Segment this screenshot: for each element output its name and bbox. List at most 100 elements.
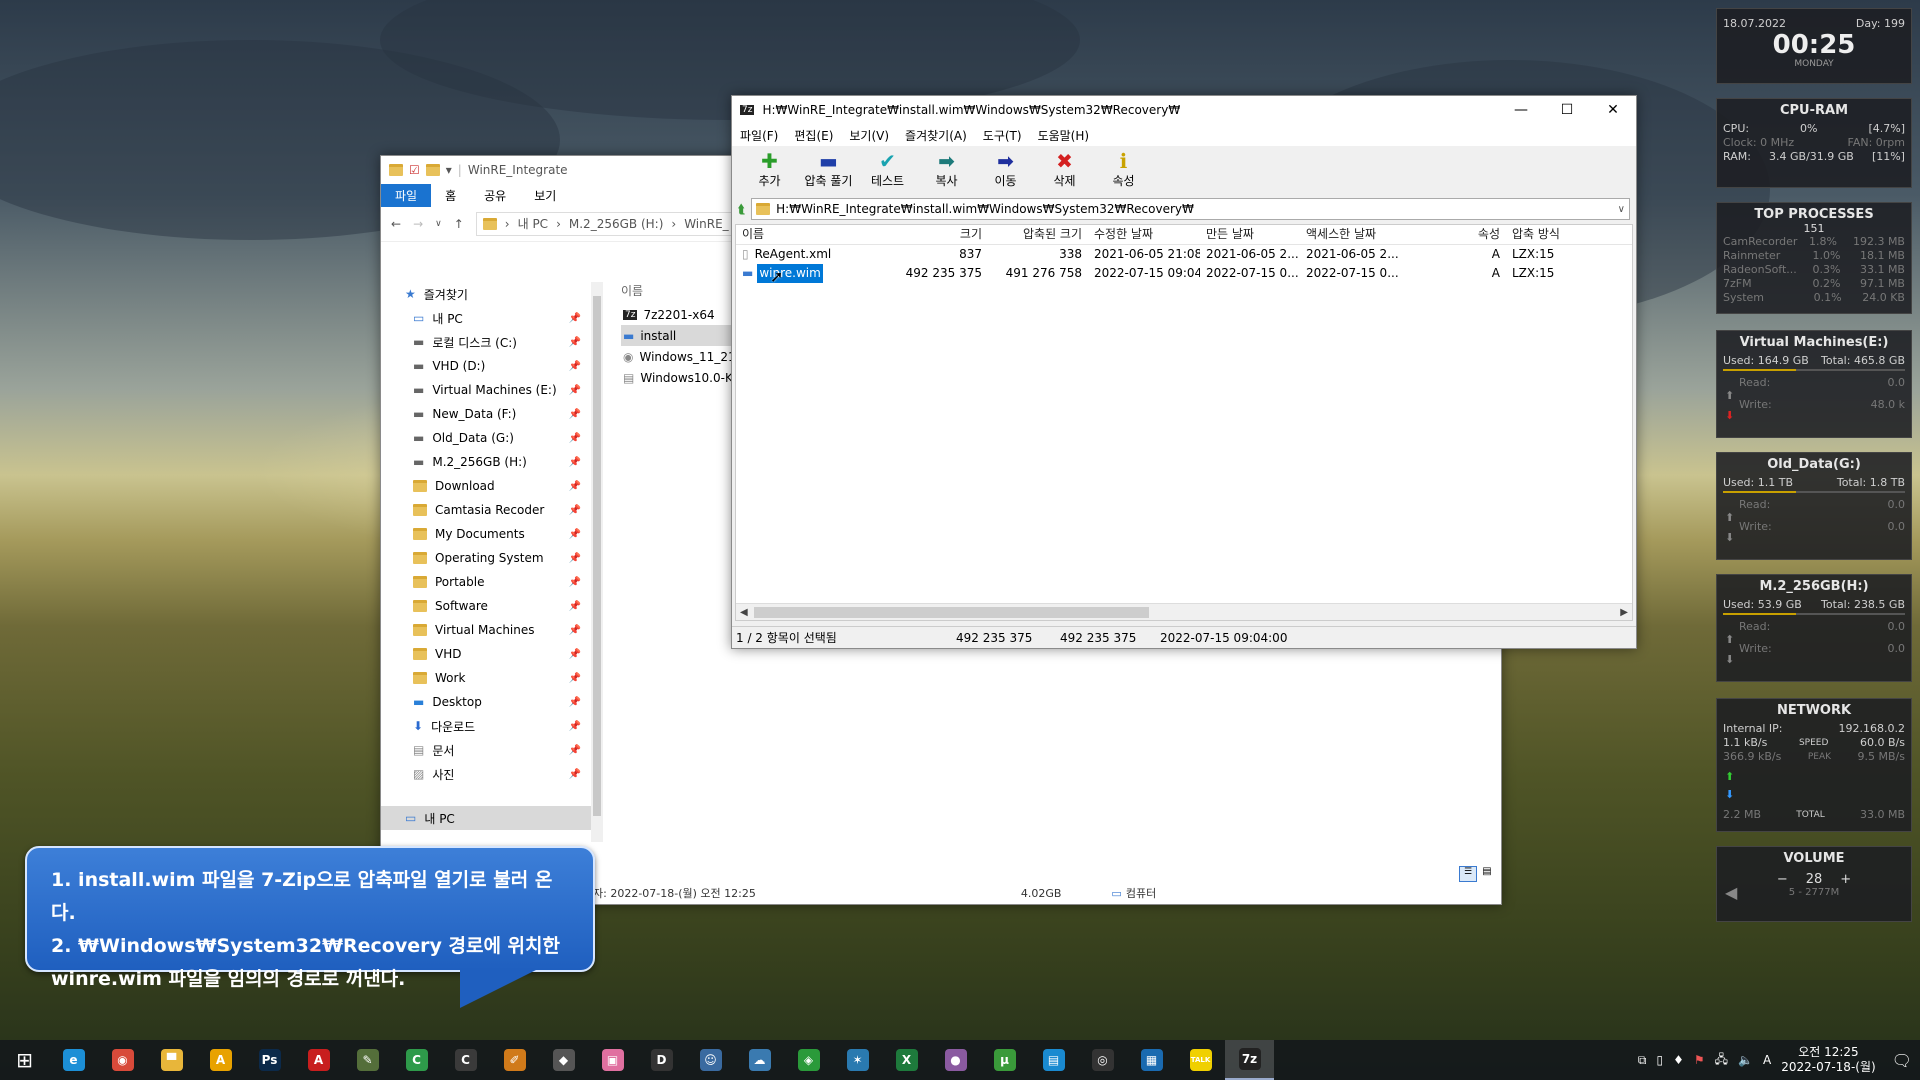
column-header-accessed[interactable]: 액세스한 날짜 [1300,225,1466,244]
sidebar-item[interactable]: VHD 📌 [381,642,591,666]
speaker-icon[interactable]: ◀ [1725,883,1737,902]
sidebar-item[interactable]: Download 📌 [381,474,591,498]
sidebar-item[interactable]: Work 📌 [381,666,591,690]
taskbar-app[interactable]: ▤ [1029,1040,1078,1080]
pin-icon[interactable]: 📌 [569,457,581,468]
scroll-right-icon[interactable]: ▶ [1620,604,1628,621]
column-header-attributes[interactable]: 속성 [1466,225,1506,244]
taskbar-app[interactable]: C [392,1040,441,1080]
taskbar-app[interactable]: ◈ [784,1040,833,1080]
pin-icon[interactable]: 📌 [569,553,581,564]
menu-file[interactable]: 파일(F) [732,127,786,144]
toolbar-button-extract[interactable]: ▬ 압축 풀기 [799,146,858,189]
up-icon[interactable]: ↑ [454,217,464,231]
sidebar-item[interactable]: Camtasia Recoder 📌 [381,498,591,522]
pin-icon[interactable]: 📌 [569,625,581,636]
ribbon-tab-home[interactable]: 홈 [431,184,470,207]
column-header-method[interactable]: 압축 방식 [1506,225,1606,244]
taskbar-app[interactable]: TALK [1176,1040,1225,1080]
tray-ime-indicator[interactable]: A [1763,1053,1771,1067]
taskbar-app[interactable]: C [441,1040,490,1080]
close-button[interactable]: ✕ [1590,102,1636,118]
pin-icon[interactable]: 📌 [569,481,581,492]
sidebar-item[interactable]: Portable 📌 [381,570,591,594]
parent-folder-icon[interactable]: ⮬ [738,202,745,217]
recent-dropdown-icon[interactable]: ∨ [435,219,442,229]
scroll-left-icon[interactable]: ◀ [740,604,748,621]
sidebar-item[interactable]: ▬ New_Data (F:) 📌 [381,402,591,426]
pin-icon[interactable]: 📌 [569,433,581,444]
scrollbar-thumb[interactable] [593,296,601,816]
menu-help[interactable]: 도움말(H) [1030,127,1098,144]
breadcrumb-item[interactable]: 내 PC [518,215,548,232]
tray-network-icon[interactable]: 🖧 [1715,1050,1728,1071]
scrollbar-thumb[interactable] [754,607,1149,618]
qat-dropdown-icon[interactable]: ▾ [446,163,452,177]
menu-view[interactable]: 보기(V) [841,127,897,144]
ribbon-tab-share[interactable]: 공유 [470,184,520,207]
tray-usb-icon[interactable]: ▯ [1657,1053,1664,1067]
table-row[interactable]: ▬ winre.wim 492 235 375 491 276 758 2022-… [736,264,1632,283]
taskbar-app[interactable]: ◎ [1078,1040,1127,1080]
sidebar-item[interactable]: ▭ 내 PC 📌 [381,306,591,330]
navigation-scrollbar[interactable] [591,282,603,842]
column-header-created[interactable]: 만든 날짜 [1200,225,1300,244]
taskbar-app[interactable]: Ps [245,1040,294,1080]
sidebar-item[interactable]: ★ 즐겨찾기 [381,282,591,306]
column-header-name[interactable]: 이름 [621,282,741,304]
volume-down-button[interactable]: − [1777,872,1788,887]
address-field[interactable]: H:₩WinRE_Integrate₩install.wim₩Windows₩S… [751,198,1630,220]
menu-edit[interactable]: 편집(E) [786,127,841,144]
notification-icon[interactable]: 🗨 [1892,1051,1912,1070]
sidebar-item[interactable]: ▬ Old_Data (G:) 📌 [381,426,591,450]
taskbar-app[interactable]: ▣ [588,1040,637,1080]
breadcrumb-item[interactable]: M.2_256GB (H:) [569,217,663,231]
taskbar-clock[interactable]: 오전 12:25 2022-07-18-(월) [1781,1045,1875,1075]
taskbar-app[interactable]: ▀ [147,1040,196,1080]
tray-volume-icon[interactable]: 🔈 [1738,1053,1753,1067]
list-item[interactable]: ◉ Windows_11_21 [621,346,741,367]
column-header-name[interactable]: 이름 [736,225,888,244]
pin-icon[interactable]: 📌 [569,697,581,708]
taskbar-app[interactable]: ◉ [98,1040,147,1080]
pin-icon[interactable]: 📌 [569,505,581,516]
large-icons-view-icon[interactable]: ▤ [1479,866,1495,882]
pin-icon[interactable]: 📌 [569,409,581,420]
list-item[interactable]: ▬ install [621,325,741,346]
pin-icon[interactable]: 📌 [569,649,581,660]
sidebar-item[interactable]: ▬ VHD (D:) 📌 [381,354,591,378]
taskbar-app[interactable]: ● [931,1040,980,1080]
sidebar-item-this-pc[interactable]: ▭ 내 PC [381,806,591,830]
sidebar-item[interactable]: ▤ 문서 📌 [381,738,591,762]
sidebar-item[interactable]: Operating System 📌 [381,546,591,570]
taskbar-app[interactable]: ⊞ [0,1040,49,1080]
sidebar-item[interactable]: ▨ 사진 📌 [381,762,591,786]
column-header-size[interactable]: 크기 [888,225,988,244]
pin-icon[interactable]: 📌 [569,577,581,588]
taskbar-app[interactable]: ▦ [1127,1040,1176,1080]
breadcrumb-item[interactable]: WinRE_ [684,217,728,231]
taskbar-app[interactable]: ☁ [735,1040,784,1080]
taskbar-app[interactable]: ✎ [343,1040,392,1080]
taskbar-app[interactable]: D [637,1040,686,1080]
ribbon-tab-view[interactable]: 보기 [520,184,570,207]
taskbar-app[interactable]: µ [980,1040,1029,1080]
list-item[interactable]: 7z 7z2201-x64 [621,304,741,325]
taskbar-app[interactable]: ✶ [833,1040,882,1080]
pin-icon[interactable]: 📌 [569,601,581,612]
taskbar-app[interactable]: A [196,1040,245,1080]
sidebar-item[interactable]: ▬ Virtual Machines (E:) 📌 [381,378,591,402]
qat-check-icon[interactable]: ☑ [409,163,420,177]
toolbar-button-info[interactable]: ℹ 속성 [1094,146,1153,189]
sidebar-item[interactable]: ▬ M.2_256GB (H:) 📌 [381,450,591,474]
pin-icon[interactable]: 📌 [569,721,581,732]
toolbar-button-delete[interactable]: ✖ 삭제 [1035,146,1094,189]
horizontal-scrollbar[interactable]: ◀ ▶ [736,603,1632,620]
ribbon-tab-file[interactable]: 파일 [381,183,432,207]
pin-icon[interactable]: 📌 [569,361,581,372]
menu-tools[interactable]: 도구(T) [975,127,1030,144]
taskbar-app[interactable]: e [49,1040,98,1080]
sidebar-item[interactable]: Software 📌 [381,594,591,618]
volume-up-button[interactable]: + [1840,872,1851,887]
column-header-packed-size[interactable]: 압축된 크기 [988,225,1088,244]
